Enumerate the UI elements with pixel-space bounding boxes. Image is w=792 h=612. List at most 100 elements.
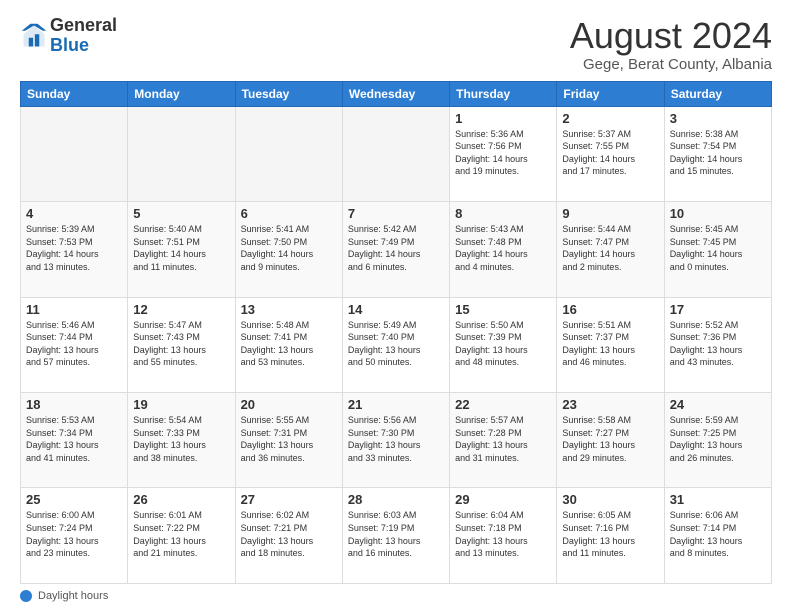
calendar-cell: 13 Sunrise: 5:48 AM Sunset: 7:41 PM Dayli… xyxy=(235,297,342,392)
calendar-cell: 17 Sunrise: 5:52 AM Sunset: 7:36 PM Dayli… xyxy=(664,297,771,392)
day-number: 17 xyxy=(670,302,766,317)
calendar-week-2: 4 Sunrise: 5:39 AM Sunset: 7:53 PM Daylig… xyxy=(21,202,772,297)
day-info: Sunrise: 5:57 AM Sunset: 7:28 PM Dayligh… xyxy=(455,414,551,464)
day-number: 13 xyxy=(241,302,337,317)
calendar-cell xyxy=(235,106,342,201)
day-number: 5 xyxy=(133,206,229,221)
calendar-cell: 31Sunrise: 6:06 AM Sunset: 7:14 PM Dayli… xyxy=(664,488,771,584)
day-number: 30 xyxy=(562,492,658,507)
calendar-cell: 10 Sunrise: 5:45 AM Sunset: 7:45 PM Dayli… xyxy=(664,202,771,297)
calendar-week-5: 25 Sunrise: 6:00 AM Sunset: 7:24 PM Dayli… xyxy=(21,488,772,584)
logo-general-text: General xyxy=(50,15,117,35)
day-number: 1 xyxy=(455,111,551,126)
day-info: Sunrise: 5:50 AM Sunset: 7:39 PM Dayligh… xyxy=(455,319,551,369)
day-info: Sunrise: 5:46 AM Sunset: 7:44 PM Dayligh… xyxy=(26,319,122,369)
calendar-cell: 8Sunrise: 5:43 AM Sunset: 7:48 PM Daylig… xyxy=(450,202,557,297)
weekday-header-thursday: Thursday xyxy=(450,81,557,106)
day-number: 22 xyxy=(455,397,551,412)
calendar-cell: 19 Sunrise: 5:54 AM Sunset: 7:33 PM Dayli… xyxy=(128,393,235,488)
day-number: 27 xyxy=(241,492,337,507)
calendar-week-1: 1 Sunrise: 5:36 AM Sunset: 7:56 PM Daylig… xyxy=(21,106,772,201)
day-info: Sunrise: 5:59 AM Sunset: 7:25 PM Dayligh… xyxy=(670,414,766,464)
footer-dot-icon xyxy=(20,590,32,602)
calendar-cell: 9 Sunrise: 5:44 AM Sunset: 7:47 PM Daylig… xyxy=(557,202,664,297)
logo-icon xyxy=(20,22,48,50)
weekday-header-tuesday: Tuesday xyxy=(235,81,342,106)
logo-blue-text: Blue xyxy=(50,35,89,55)
day-number: 4 xyxy=(26,206,122,221)
day-info: Sunrise: 6:04 AM Sunset: 7:18 PM Dayligh… xyxy=(455,509,551,559)
day-number: 9 xyxy=(562,206,658,221)
calendar-cell: 30 Sunrise: 6:05 AM Sunset: 7:16 PM Dayli… xyxy=(557,488,664,584)
calendar-cell: 1 Sunrise: 5:36 AM Sunset: 7:56 PM Daylig… xyxy=(450,106,557,201)
page: General Blue August 2024 Gege, Berat Cou… xyxy=(0,0,792,612)
calendar-week-3: 11 Sunrise: 5:46 AM Sunset: 7:44 PM Dayli… xyxy=(21,297,772,392)
day-number: 23 xyxy=(562,397,658,412)
day-number: 10 xyxy=(670,206,766,221)
day-number: 12 xyxy=(133,302,229,317)
day-info: Sunrise: 5:51 AM Sunset: 7:37 PM Dayligh… xyxy=(562,319,658,369)
day-info: Sunrise: 5:44 AM Sunset: 7:47 PM Dayligh… xyxy=(562,223,658,273)
calendar-cell: 12Sunrise: 5:47 AM Sunset: 7:43 PM Dayli… xyxy=(128,297,235,392)
day-info: Sunrise: 5:37 AM Sunset: 7:55 PM Dayligh… xyxy=(562,128,658,178)
day-info: Sunrise: 6:01 AM Sunset: 7:22 PM Dayligh… xyxy=(133,509,229,559)
calendar-cell: 3Sunrise: 5:38 AM Sunset: 7:54 PM Daylig… xyxy=(664,106,771,201)
calendar-cell: 16 Sunrise: 5:51 AM Sunset: 7:37 PM Dayli… xyxy=(557,297,664,392)
calendar-cell: 20 Sunrise: 5:55 AM Sunset: 7:31 PM Dayli… xyxy=(235,393,342,488)
day-info: Sunrise: 5:54 AM Sunset: 7:33 PM Dayligh… xyxy=(133,414,229,464)
calendar-cell: 29 Sunrise: 6:04 AM Sunset: 7:18 PM Dayli… xyxy=(450,488,557,584)
day-number: 2 xyxy=(562,111,658,126)
title-block: August 2024 Gege, Berat County, Albania xyxy=(570,16,772,73)
calendar-cell xyxy=(128,106,235,201)
day-number: 19 xyxy=(133,397,229,412)
day-number: 15 xyxy=(455,302,551,317)
day-number: 20 xyxy=(241,397,337,412)
calendar-cell: 4 Sunrise: 5:39 AM Sunset: 7:53 PM Daylig… xyxy=(21,202,128,297)
calendar-cell: 18Sunrise: 5:53 AM Sunset: 7:34 PM Dayli… xyxy=(21,393,128,488)
day-number: 3 xyxy=(670,111,766,126)
day-number: 11 xyxy=(26,302,122,317)
weekday-header-saturday: Saturday xyxy=(664,81,771,106)
calendar-week-4: 18Sunrise: 5:53 AM Sunset: 7:34 PM Dayli… xyxy=(21,393,772,488)
day-number: 21 xyxy=(348,397,444,412)
day-number: 26 xyxy=(133,492,229,507)
calendar-cell: 25 Sunrise: 6:00 AM Sunset: 7:24 PM Dayli… xyxy=(21,488,128,584)
day-number: 14 xyxy=(348,302,444,317)
subtitle: Gege, Berat County, Albania xyxy=(570,56,772,73)
calendar-cell: 11 Sunrise: 5:46 AM Sunset: 7:44 PM Dayli… xyxy=(21,297,128,392)
calendar-cell: 22 Sunrise: 5:57 AM Sunset: 7:28 PM Dayli… xyxy=(450,393,557,488)
day-number: 6 xyxy=(241,206,337,221)
day-info: Sunrise: 5:36 AM Sunset: 7:56 PM Dayligh… xyxy=(455,128,551,178)
day-number: 25 xyxy=(26,492,122,507)
day-info: Sunrise: 6:02 AM Sunset: 7:21 PM Dayligh… xyxy=(241,509,337,559)
day-info: Sunrise: 6:03 AM Sunset: 7:19 PM Dayligh… xyxy=(348,509,444,559)
day-info: Sunrise: 5:53 AM Sunset: 7:34 PM Dayligh… xyxy=(26,414,122,464)
calendar-cell xyxy=(342,106,449,201)
main-title: August 2024 xyxy=(570,16,772,56)
day-number: 16 xyxy=(562,302,658,317)
day-info: Sunrise: 5:55 AM Sunset: 7:31 PM Dayligh… xyxy=(241,414,337,464)
day-info: Sunrise: 5:52 AM Sunset: 7:36 PM Dayligh… xyxy=(670,319,766,369)
calendar-cell: 7Sunrise: 5:42 AM Sunset: 7:49 PM Daylig… xyxy=(342,202,449,297)
weekday-header-wednesday: Wednesday xyxy=(342,81,449,106)
calendar-cell: 5 Sunrise: 5:40 AM Sunset: 7:51 PM Daylig… xyxy=(128,202,235,297)
calendar-cell: 24Sunrise: 5:59 AM Sunset: 7:25 PM Dayli… xyxy=(664,393,771,488)
calendar-cell: 26 Sunrise: 6:01 AM Sunset: 7:22 PM Dayli… xyxy=(128,488,235,584)
calendar-cell: 23Sunrise: 5:58 AM Sunset: 7:27 PM Dayli… xyxy=(557,393,664,488)
day-info: Sunrise: 6:05 AM Sunset: 7:16 PM Dayligh… xyxy=(562,509,658,559)
logo: General Blue xyxy=(20,16,117,56)
day-number: 7 xyxy=(348,206,444,221)
day-info: Sunrise: 5:48 AM Sunset: 7:41 PM Dayligh… xyxy=(241,319,337,369)
day-number: 31 xyxy=(670,492,766,507)
weekday-header-row: SundayMondayTuesdayWednesdayThursdayFrid… xyxy=(21,81,772,106)
day-info: Sunrise: 5:39 AM Sunset: 7:53 PM Dayligh… xyxy=(26,223,122,273)
day-info: Sunrise: 6:00 AM Sunset: 7:24 PM Dayligh… xyxy=(26,509,122,559)
day-info: Sunrise: 5:40 AM Sunset: 7:51 PM Dayligh… xyxy=(133,223,229,273)
day-info: Sunrise: 5:49 AM Sunset: 7:40 PM Dayligh… xyxy=(348,319,444,369)
calendar-cell: 27 Sunrise: 6:02 AM Sunset: 7:21 PM Dayli… xyxy=(235,488,342,584)
weekday-header-friday: Friday xyxy=(557,81,664,106)
footer: Daylight hours xyxy=(20,590,772,602)
day-number: 29 xyxy=(455,492,551,507)
calendar-cell: 2 Sunrise: 5:37 AM Sunset: 7:55 PM Daylig… xyxy=(557,106,664,201)
day-info: Sunrise: 5:45 AM Sunset: 7:45 PM Dayligh… xyxy=(670,223,766,273)
